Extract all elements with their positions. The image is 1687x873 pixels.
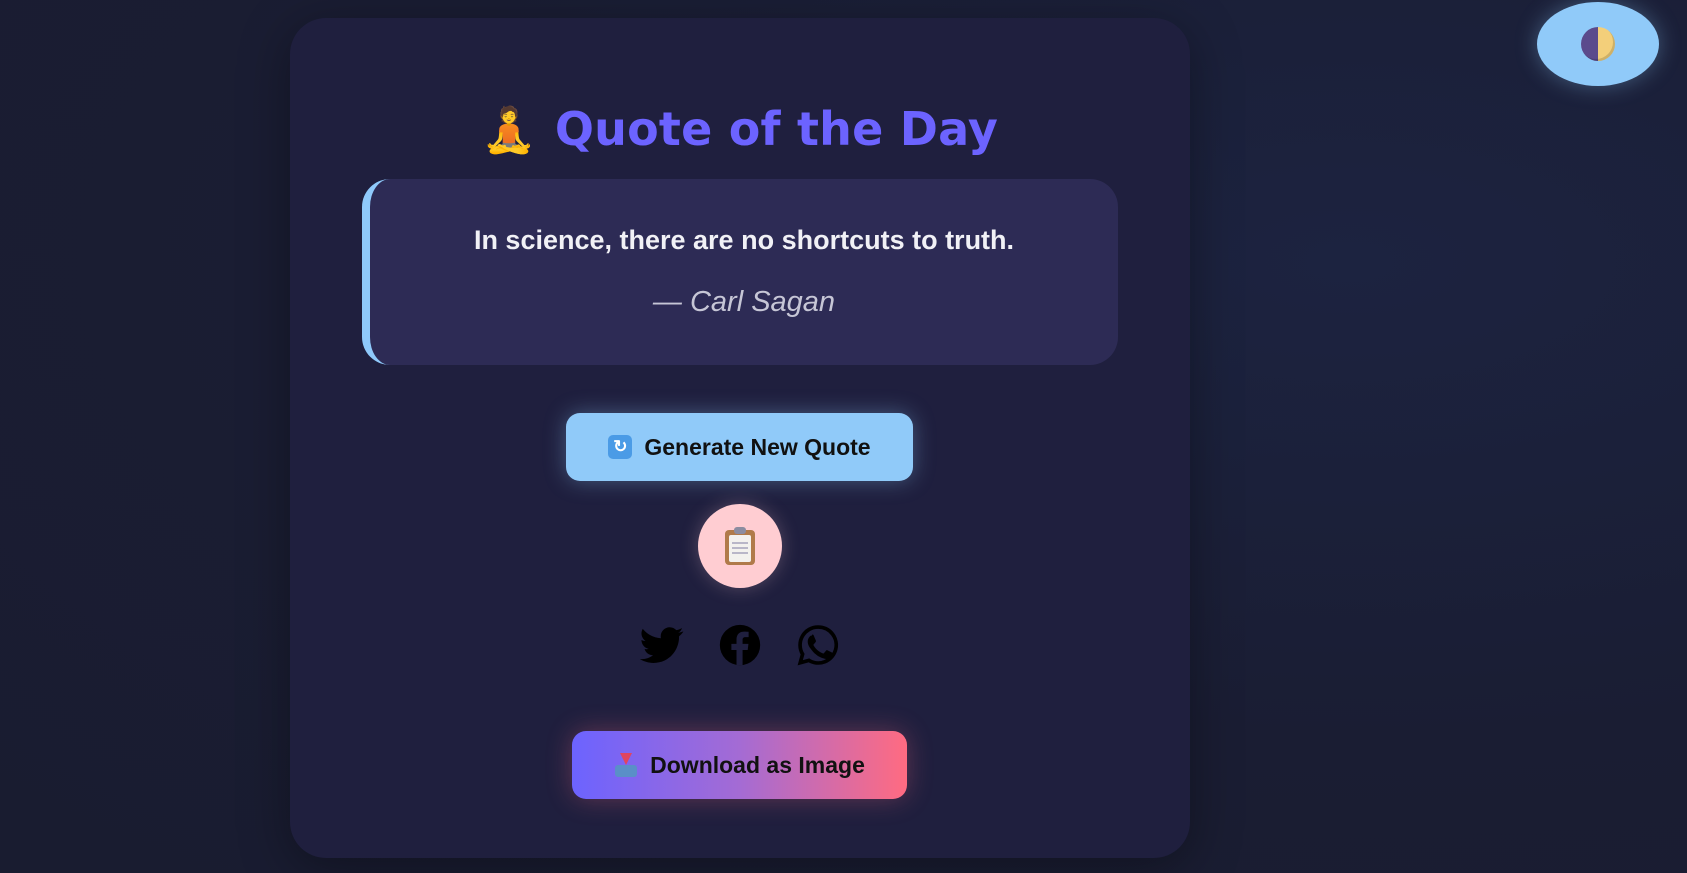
download-image-button[interactable]: Download as Image — [572, 731, 907, 799]
quote-card: 🧘 Quote of the Day In science, there are … — [290, 18, 1190, 858]
page-title: 🧘 Quote of the Day — [290, 102, 1190, 156]
social-share-links — [290, 623, 1190, 667]
page-title-text: Quote of the Day — [554, 102, 999, 156]
download-image-label: Download as Image — [650, 751, 865, 778]
half-moon-icon — [1581, 27, 1615, 61]
meditation-icon: 🧘 — [481, 105, 537, 156]
whatsapp-icon[interactable] — [796, 623, 840, 667]
quote-author: — Carl Sagan — [652, 286, 836, 318]
inbox-tray-icon — [614, 753, 638, 777]
theme-toggle-button[interactable] — [1537, 2, 1659, 86]
facebook-icon[interactable] — [718, 623, 762, 667]
generate-quote-button[interactable]: ↻ Generate New Quote — [566, 413, 913, 481]
twitter-icon[interactable] — [639, 623, 684, 667]
clipboard-icon — [725, 527, 755, 565]
copy-button[interactable] — [698, 504, 782, 588]
quote-box: In science, there are no shortcuts to tr… — [362, 179, 1118, 365]
refresh-icon: ↻ — [608, 435, 633, 459]
quote-text: In science, there are no shortcuts to tr… — [473, 225, 1015, 255]
generate-quote-label: Generate New Quote — [644, 433, 871, 460]
